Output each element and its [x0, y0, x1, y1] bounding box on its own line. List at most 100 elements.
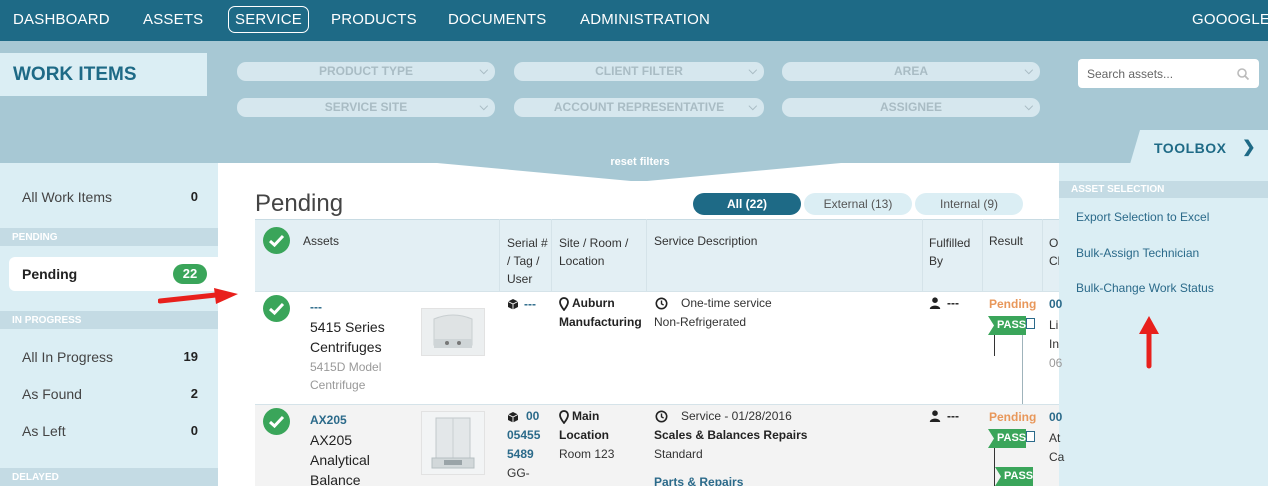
fulfilled-by: --- [947, 296, 959, 310]
tag-box-icon [507, 412, 519, 423]
area-filter[interactable]: AREA ⌵ [782, 62, 1040, 81]
asset-thumbnail[interactable] [421, 411, 485, 475]
document-icon[interactable] [1026, 431, 1035, 442]
toolbox-panel: ASSET SELECTION Export Selection to Exce… [1059, 163, 1268, 486]
balance-image [422, 412, 484, 474]
table-row[interactable]: AX205 AX205 Analytical Balance 00 05455 … [255, 404, 1064, 486]
account-rep-filter[interactable]: ACCOUNT REPRESENTATIVE ⌵ [514, 98, 764, 117]
client-filter[interactable]: CLIENT FILTER ⌵ [514, 62, 764, 81]
centrifuge-image [422, 309, 484, 355]
chevron-down-icon: ⌵ [748, 65, 757, 77]
check-icon [269, 234, 285, 248]
nav-dashboard[interactable]: DASHBOARD [13, 11, 110, 28]
service-site-label: SERVICE SITE [324, 100, 408, 114]
table-row[interactable]: --- 5415 Series Centrifuges 5415D Model … [255, 291, 1062, 405]
site-name: Auburn Manufacturing [559, 296, 642, 329]
service-type: One-time service [681, 296, 772, 310]
nav-documents[interactable]: DOCUMENTS [448, 11, 546, 28]
other-line[interactable]: 00 [1049, 410, 1062, 424]
product-type-filter[interactable]: PRODUCT TYPE ⌵ [237, 62, 495, 81]
site-room: Room 123 [559, 447, 615, 461]
tab-internal[interactable]: Internal (9) [915, 193, 1023, 215]
top-nav: DASHBOARD ASSETS SERVICE PRODUCTS DOCUME… [0, 0, 1268, 41]
toolbox-section-header: ASSET SELECTION [1059, 181, 1268, 198]
pass-flag[interactable]: PASS [995, 467, 1033, 486]
nav-assets[interactable]: ASSETS [143, 11, 203, 28]
service-detail: Standard [654, 447, 703, 461]
header-assets[interactable]: Assets [303, 232, 339, 250]
service-link[interactable]: Parts & Repairs [654, 475, 743, 486]
table-header: Assets Serial # / Tag / User Site / Room… [255, 219, 1059, 291]
filter-band: WORK ITEMS PRODUCT TYPE ⌵ CLIENT FILTER … [0, 41, 1268, 163]
header-site[interactable]: Site / Room / Location [559, 234, 643, 270]
toolbox-toggle[interactable]: TOOLBOX ❯ [1130, 130, 1268, 164]
clock-icon [655, 297, 668, 310]
asset-id-link[interactable]: --- [310, 300, 322, 314]
sidebar-item-label: Pending [22, 266, 78, 282]
chevron-down-icon: ⌵ [479, 101, 488, 113]
other-line: In [1049, 337, 1060, 351]
sidebar-item-all-in-progress[interactable]: All In Progress [22, 349, 113, 365]
result-status: Pending [989, 297, 1037, 311]
other-line: Ca [1049, 450, 1065, 464]
bulk-assign-link[interactable]: Bulk-Assign Technician [1076, 246, 1199, 260]
reset-filters-link[interactable]: reset filters [590, 156, 690, 168]
asset-name: AX205 Analytical Balance [310, 432, 370, 486]
nav-products[interactable]: PRODUCTS [331, 11, 417, 28]
account-rep-label: ACCOUNT REPRESENTATIVE [553, 100, 725, 114]
other-line[interactable]: 00 [1049, 297, 1062, 311]
user-icon [929, 410, 941, 422]
clock-icon [655, 410, 668, 423]
chevron-down-icon: ⌵ [1024, 65, 1033, 77]
assignee-filter[interactable]: ASSIGNEE ⌵ [782, 98, 1040, 117]
search-input[interactable] [1078, 59, 1259, 88]
header-other[interactable]: O Cl [1049, 234, 1059, 270]
page-title: WORK ITEMS [0, 53, 207, 96]
search-icon[interactable] [1236, 67, 1250, 81]
tab-external[interactable]: External (13) [804, 193, 912, 215]
asset-name: 5415 Series Centrifuges [310, 319, 385, 355]
tab-all[interactable]: All (22) [693, 193, 801, 215]
main-content: Pending All (22) External (13) Internal … [218, 163, 1064, 486]
sidebar-section-delayed: DELAYED [0, 468, 218, 486]
count-badge: 22 [173, 264, 207, 284]
asset-model: 5415D Model Centrifuge [310, 360, 382, 392]
document-icon[interactable] [1026, 318, 1035, 329]
sidebar-item-as-left[interactable]: As Left [22, 423, 66, 439]
row-checkbox[interactable] [263, 408, 290, 435]
sidebar-item-pending[interactable]: Pending 22 [9, 257, 218, 291]
header-serial[interactable]: Serial # / Tag / User [507, 234, 549, 288]
annotation-arrow-right [158, 288, 238, 304]
user-menu[interactable]: GOOOGLE [1192, 11, 1268, 28]
sidebar-item-as-found[interactable]: As Found [22, 386, 82, 402]
area-filter-label: AREA [893, 64, 928, 78]
nav-service[interactable]: SERVICE [228, 6, 309, 33]
header-service[interactable]: Service Description [654, 232, 757, 250]
toolbox-title: TOOLBOX [1154, 140, 1227, 156]
asset-id-link[interactable]: AX205 [310, 413, 347, 427]
tag-box-icon [507, 299, 519, 310]
result-status: Pending [989, 410, 1037, 424]
serial-link[interactable]: 5489 [507, 447, 534, 461]
annotation-arrow-up [1139, 316, 1159, 369]
sidebar-item-all-work-items[interactable]: All Work Items [22, 189, 112, 205]
header-result[interactable]: Result [989, 232, 1023, 250]
serial-link[interactable]: 00 [526, 409, 539, 423]
sidebar-count: 19 [183, 349, 198, 364]
chevron-down-icon: ⌵ [479, 65, 488, 77]
service-site-filter[interactable]: SERVICE SITE ⌵ [237, 98, 495, 117]
select-all-checkbox[interactable] [263, 227, 290, 254]
other-line: At [1049, 431, 1061, 445]
nav-administration[interactable]: ADMINISTRATION [580, 11, 710, 28]
sidebar-section-pending: PENDING [0, 228, 218, 246]
fulfilled-by: --- [947, 409, 959, 423]
header-fulfilled[interactable]: Fulfilled By [929, 234, 977, 270]
serial-link[interactable]: 05455 [507, 428, 540, 442]
user-icon [929, 297, 941, 309]
serial-link[interactable]: --- [524, 297, 536, 311]
row-checkbox[interactable] [263, 295, 290, 322]
bulk-change-status-link[interactable]: Bulk-Change Work Status [1076, 281, 1214, 295]
export-excel-link[interactable]: Export Selection to Excel [1076, 210, 1209, 224]
asset-thumbnail[interactable] [421, 308, 485, 356]
sidebar-count: 0 [190, 423, 198, 438]
